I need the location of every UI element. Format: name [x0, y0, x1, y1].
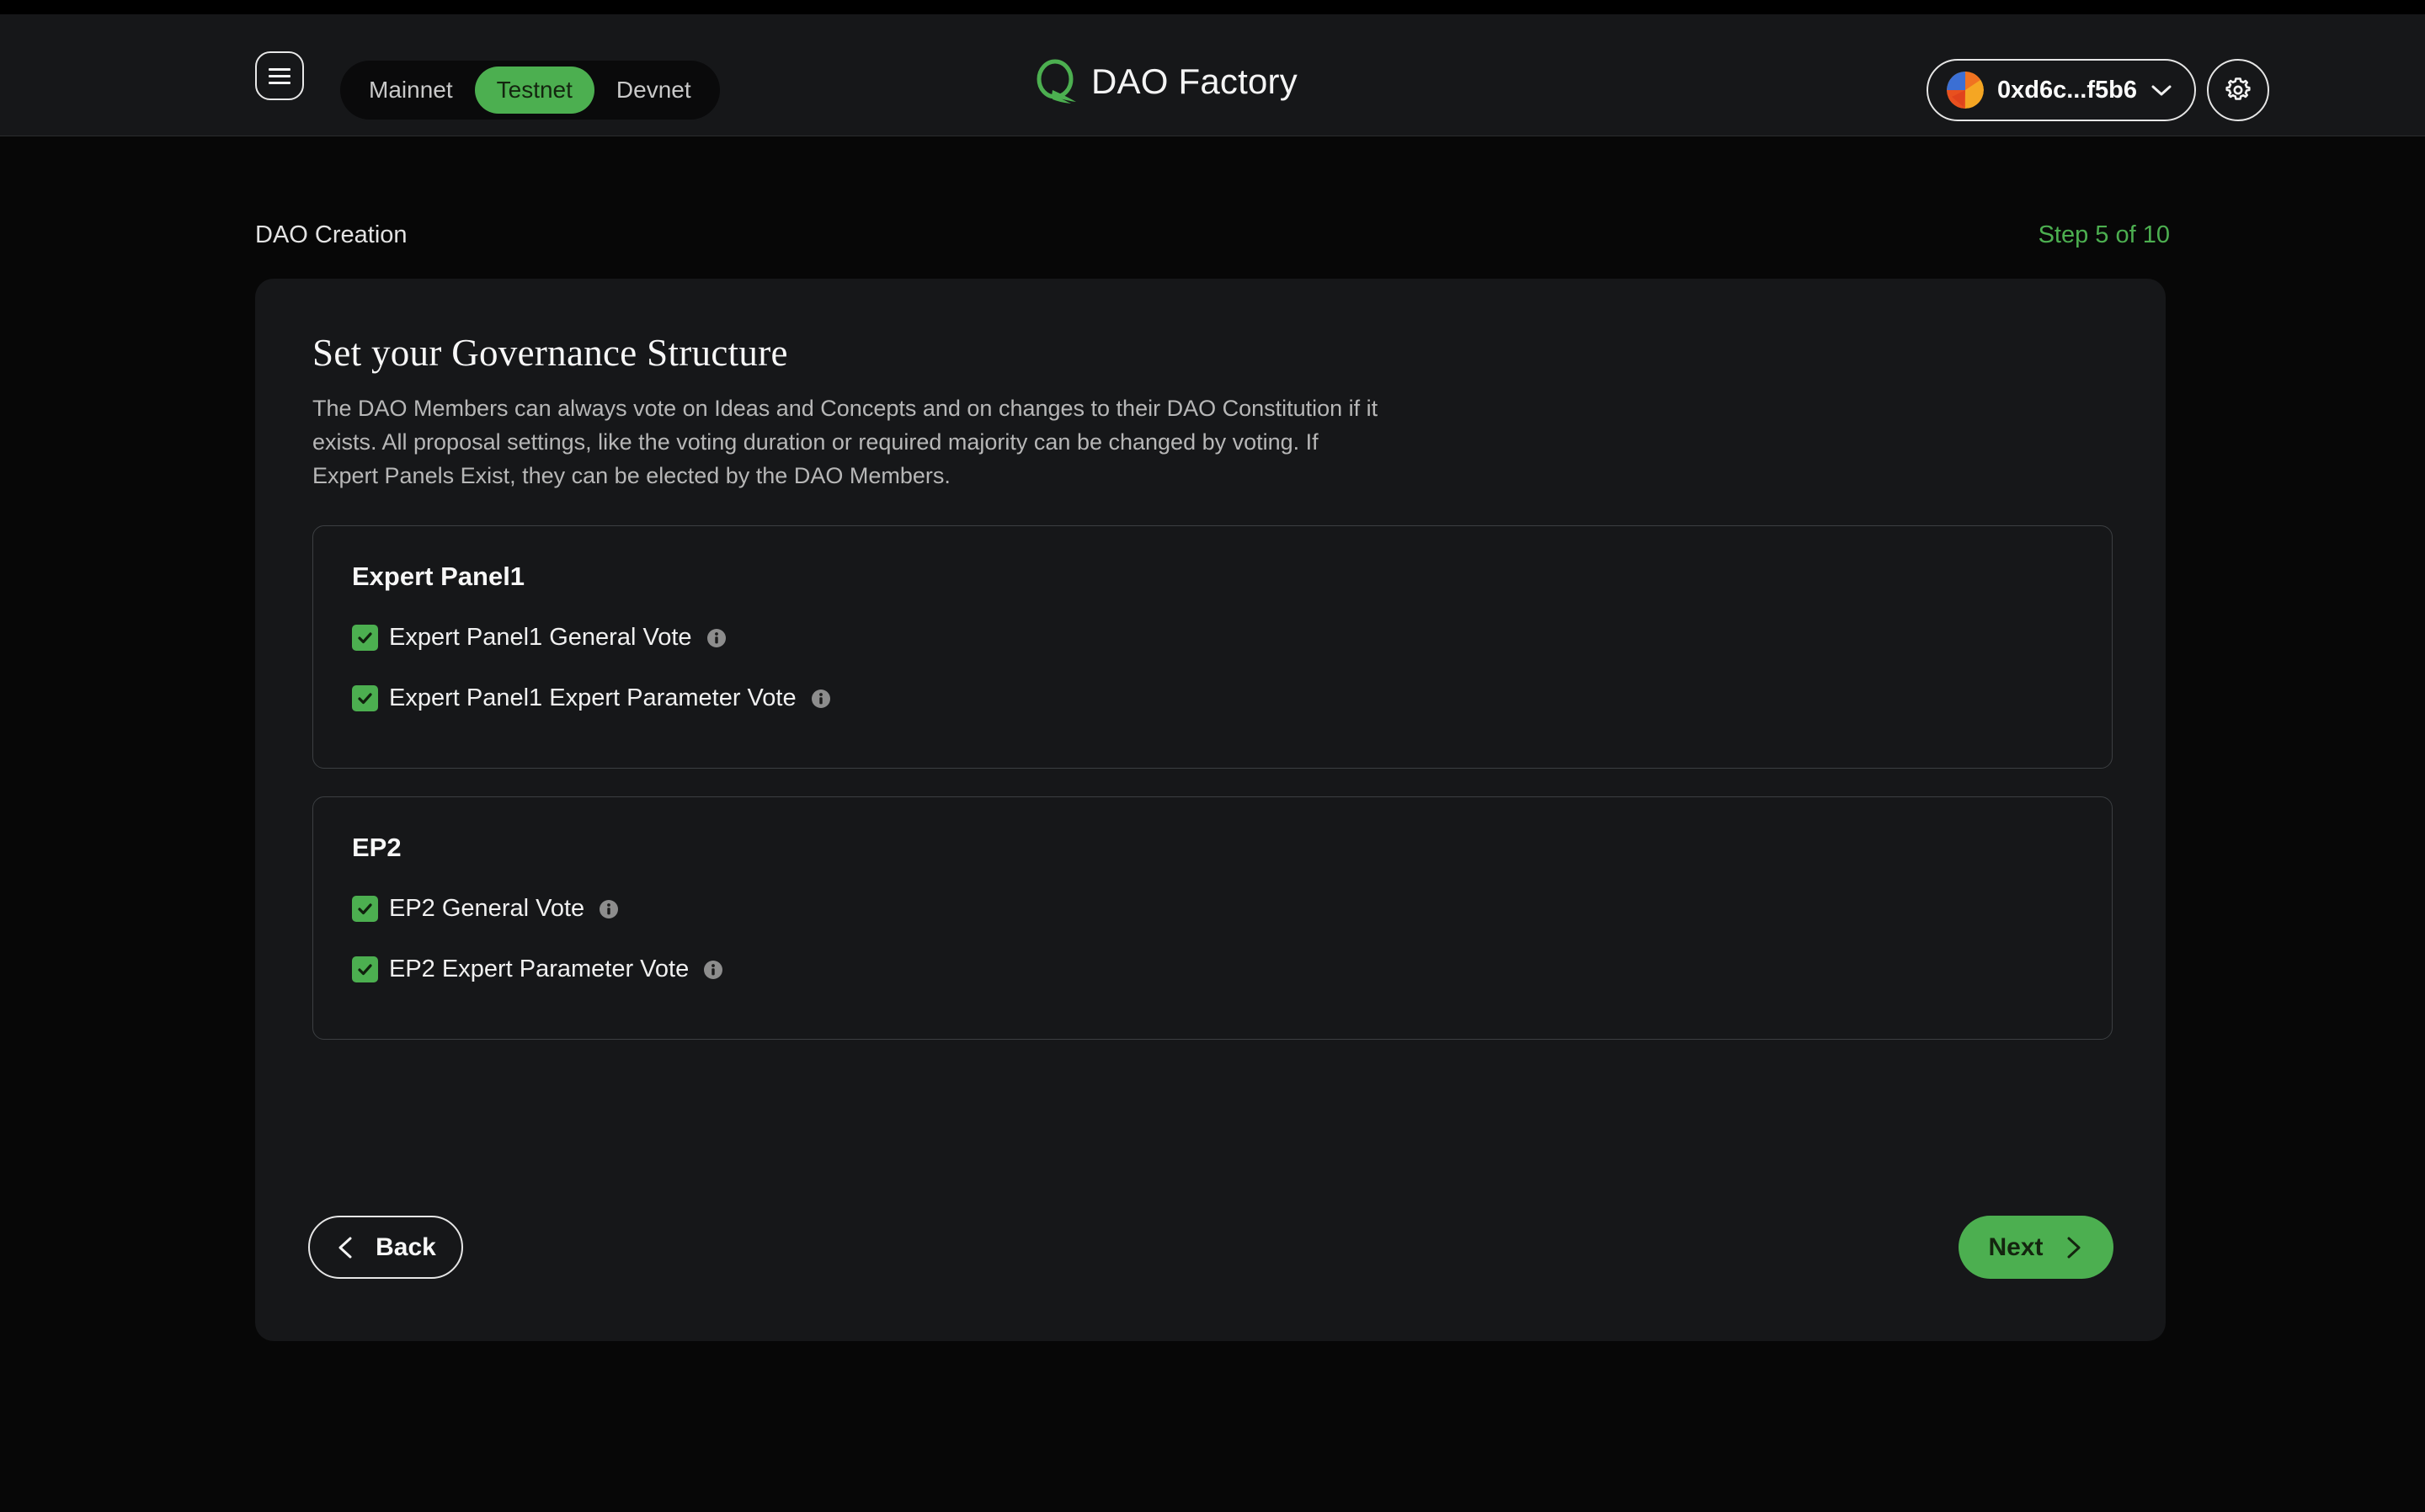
- chevron-down-icon: [2151, 85, 2172, 96]
- q-logo-icon: [1037, 59, 1076, 104]
- page-title: Set your Governance Structure: [312, 332, 788, 374]
- app-header: Mainnet Testnet Devnet DAO Factory 0xd6c…: [0, 14, 2425, 136]
- checkbox-row-general-vote-1[interactable]: Expert Panel1 General Vote: [352, 624, 728, 652]
- checkbox-checked-icon[interactable]: [352, 685, 378, 711]
- checkbox-checked-icon[interactable]: [352, 956, 378, 982]
- back-button-label: Back: [376, 1232, 436, 1261]
- step-indicator: Step 5 of 10: [2038, 221, 2170, 248]
- checkbox-label: Expert Panel1 Expert Parameter Vote: [389, 684, 797, 711]
- wallet-button[interactable]: 0xd6c...f5b6: [1926, 59, 2196, 121]
- info-icon[interactable]: [810, 688, 832, 710]
- hamburger-icon-bar: [269, 81, 290, 84]
- back-button[interactable]: Back: [308, 1216, 463, 1279]
- brand: DAO Factory: [1036, 58, 1298, 105]
- checkbox-row-parameter-vote-1[interactable]: Expert Panel1 Expert Parameter Vote: [352, 684, 832, 712]
- checkbox-row-parameter-vote-2[interactable]: EP2 Expert Parameter Vote: [352, 956, 724, 983]
- wallet-avatar-icon: [1946, 72, 1984, 109]
- breadcrumb-row: DAO Creation Step 5 of 10: [255, 221, 2170, 249]
- checkbox-checked-icon[interactable]: [352, 625, 378, 651]
- hamburger-icon-bar: [269, 74, 290, 77]
- next-button-label: Next: [1988, 1232, 2044, 1261]
- top-black-strip: [0, 0, 2425, 14]
- app-root: Mainnet Testnet Devnet DAO Factory 0xd6c…: [0, 0, 2425, 1512]
- chevron-right-icon: [2067, 1237, 2081, 1258]
- network-option-testnet[interactable]: Testnet: [474, 67, 594, 114]
- page-body: DAO Creation Step 5 of 10 Set your Gover…: [0, 137, 2425, 1512]
- checkbox-label: EP2 Expert Parameter Vote: [389, 956, 690, 982]
- expert-panel-group-1: Expert Panel1 Expert Panel1 General Vote: [312, 525, 2113, 769]
- network-option-devnet[interactable]: Devnet: [594, 67, 713, 114]
- panel-title: EP2: [352, 833, 402, 862]
- app-title: DAO Factory: [1091, 61, 1298, 101]
- breadcrumb: DAO Creation: [255, 221, 408, 248]
- checkbox-label: EP2 General Vote: [389, 895, 585, 922]
- settings-button[interactable]: [2207, 59, 2269, 121]
- page-description: The DAO Members can always vote on Ideas…: [312, 396, 1378, 488]
- network-switcher: Mainnet Testnet Devnet: [340, 61, 720, 120]
- panel-title: Expert Panel1: [352, 562, 525, 591]
- info-icon[interactable]: [598, 898, 620, 920]
- governance-card: Set your Governance Structure The DAO Me…: [255, 279, 2166, 1341]
- info-icon[interactable]: [706, 627, 728, 649]
- checkbox-label: Expert Panel1 General Vote: [389, 624, 692, 651]
- info-icon[interactable]: [702, 959, 724, 981]
- hamburger-icon-bar: [269, 67, 290, 71]
- hamburger-menu-button[interactable]: [255, 51, 304, 100]
- checkbox-checked-icon[interactable]: [352, 896, 378, 922]
- expert-panel-group-2: EP2 EP2 General Vote EP2 Expert Paramete…: [312, 796, 2113, 1040]
- next-button[interactable]: Next: [1959, 1216, 2113, 1279]
- checkbox-row-general-vote-2[interactable]: EP2 General Vote: [352, 895, 620, 923]
- chevron-left-icon: [338, 1237, 352, 1258]
- wallet-address: 0xd6c...f5b6: [1996, 76, 2137, 104]
- network-option-mainnet[interactable]: Mainnet: [347, 67, 475, 114]
- gear-icon: [2225, 77, 2251, 100]
